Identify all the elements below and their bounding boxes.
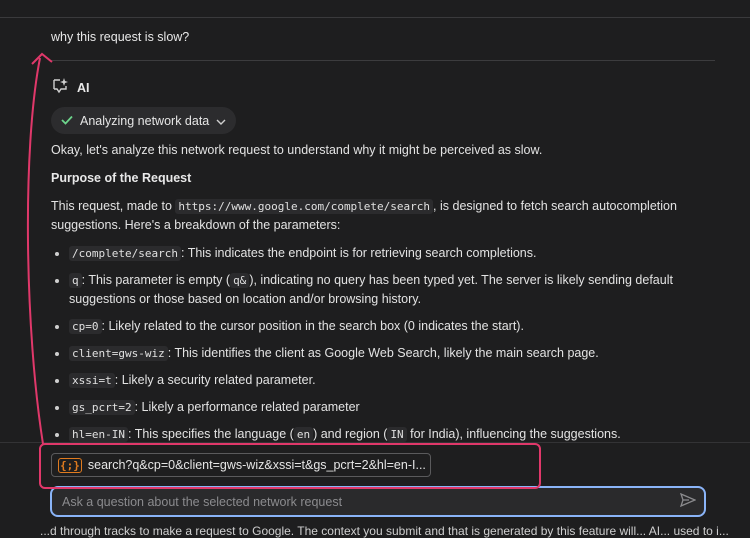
question-input[interactable] <box>60 493 680 510</box>
param-text: : This parameter is empty ( <box>81 273 231 287</box>
checkmark-icon <box>61 114 73 128</box>
param-text: : This specifies the language ( <box>127 427 294 441</box>
param-text: : Likely related to the cursor position … <box>101 319 524 333</box>
ai-sparkle-icon <box>51 77 69 98</box>
annotation-arrow <box>26 57 44 445</box>
param-text: : This identifies the client as Google W… <box>167 346 599 360</box>
param-text: : This indicates the endpoint is for ret… <box>180 246 537 260</box>
ai-header: AI <box>51 77 90 98</box>
send-icon[interactable] <box>679 492 697 510</box>
disclaimer-text: ...d through tracks to make a request to… <box>40 524 729 538</box>
param-code: cp=0 <box>69 319 102 334</box>
list-item: /complete/search: This indicates the end… <box>69 244 711 263</box>
user-query: why this request is slow? <box>51 30 190 44</box>
param-code: xssi=t <box>69 373 115 388</box>
status-chip-label: Analyzing network data <box>80 113 210 128</box>
json-braces-icon: {;} <box>58 457 82 473</box>
param-text: for India), influencing the suggestions. <box>406 427 621 441</box>
list-item: gs_pcrt=2: Likely a performance related … <box>69 398 711 417</box>
question-input-box[interactable] <box>50 486 706 517</box>
chevron-down-icon <box>216 114 226 128</box>
response-intro: Okay, let's analyze this network request… <box>51 143 543 157</box>
ai-label: AI <box>77 80 90 95</box>
list-item: cp=0: Likely related to the cursor posit… <box>69 317 711 336</box>
params-list: /complete/search: This indicates the end… <box>51 244 711 442</box>
param-text: : Likely a security related parameter. <box>114 373 316 387</box>
response-heading: Purpose of the Request <box>51 171 192 185</box>
analyzing-status-chip[interactable]: Analyzing network data <box>51 107 237 134</box>
list-item: q: This parameter is empty (q&), indicat… <box>69 271 711 309</box>
selected-request-label: search?q&cp=0&client=gws-wiz&xssi=t&gs_p… <box>87 458 426 472</box>
selected-request-chip[interactable]: {;} search?q&cp=0&client=gws-wiz&xssi=t&… <box>51 453 431 477</box>
param-code: q <box>69 273 82 288</box>
query-divider <box>51 60 715 61</box>
annotation-arrowhead <box>31 52 53 65</box>
param-code: q& <box>230 273 250 288</box>
param-code: en <box>293 427 314 442</box>
list-item: client=gws-wiz: This identifies the clie… <box>69 344 711 363</box>
ai-response: Okay, let's analyze this network request… <box>51 141 711 442</box>
param-code: IN <box>387 427 407 442</box>
composer-divider <box>0 442 750 443</box>
top-divider <box>0 17 750 18</box>
param-code: /complete/search <box>69 246 181 261</box>
response-purpose: This request, made to https://www.google… <box>51 197 711 235</box>
param-text: ) and region ( <box>313 427 388 441</box>
list-item: xssi=t: Likely a security related parame… <box>69 371 711 390</box>
list-item: hl=en-IN: This specifies the language (e… <box>69 425 711 442</box>
param-code: hl=en-IN <box>69 427 128 442</box>
param-text: : Likely a performance related parameter <box>134 400 360 414</box>
param-code: gs_pcrt=2 <box>69 400 135 415</box>
purpose-text-pre: This request, made to <box>51 199 176 213</box>
purpose-url: https://www.google.com/complete/search <box>175 199 434 214</box>
param-code: client=gws-wiz <box>69 346 168 361</box>
